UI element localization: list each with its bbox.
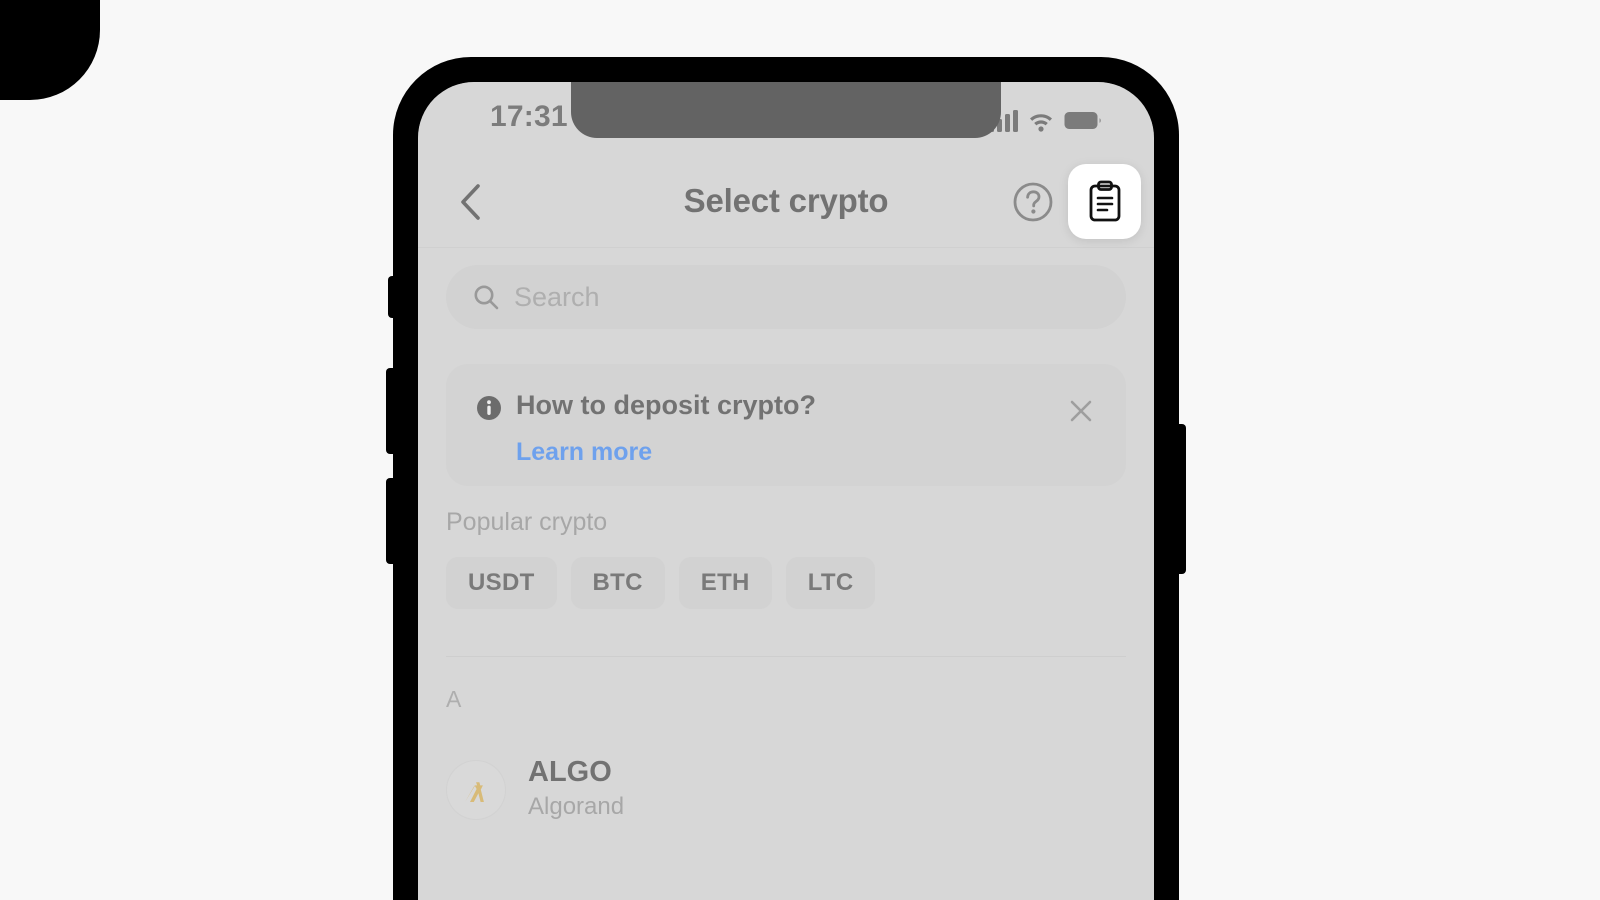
notch [571,82,1001,138]
banner-close-button[interactable] [1060,390,1102,432]
page-corner-decoration [0,0,100,100]
search-icon [474,285,499,310]
search-input[interactable] [514,281,1074,313]
volume-up-button[interactable] [386,368,395,454]
chip-label: BTC [592,569,643,596]
info-circle-icon [477,396,501,420]
crypto-name: Algorand [528,793,625,821]
status-bar-icons [989,104,1102,132]
phone-screen: 17:31 Select crypto Search How to deposi… [418,82,1154,900]
chip-btc[interactable]: BTC [570,557,665,609]
navigation-header: Select crypto [418,154,1154,248]
algorand-logo-icon [465,782,484,802]
popular-crypto-chips: USDT BTC ETH LTC [446,557,876,609]
chip-label: LTC [807,569,854,596]
chip-eth[interactable]: ETH [678,557,772,609]
crypto-logo [446,760,506,820]
wifi-icon [1030,114,1052,132]
chip-label: USDT [468,569,535,596]
battery-icon [1064,112,1101,129]
crypto-text: ALGO Algorand [528,756,624,824]
close-icon [1070,400,1092,422]
search-bar[interactable] [446,265,1126,329]
mute-switch-button[interactable] [388,276,396,318]
help-button[interactable] [1008,177,1058,227]
crypto-symbol: ALGO [528,756,612,789]
volume-down-button[interactable] [386,478,395,564]
list-divider [446,656,1126,657]
screenshot-canvas: 17:31 Select crypto Search How to deposi… [0,0,1600,900]
chip-label: ETH [700,569,750,596]
question-circle-icon [1013,182,1053,222]
banner-title: How to deposit crypto? [516,390,816,420]
learn-more-link[interactable]: Learn more [516,438,652,467]
popular-crypto-label: Popular crypto [446,508,608,536]
list-item[interactable]: ALGO Algorand [418,742,1154,838]
crypto-list: ALGO Algorand [418,742,1154,838]
list-section-header: A [446,686,462,712]
chip-usdt[interactable]: USDT [446,557,557,609]
header-divider [418,247,1154,248]
deposit-info-banner[interactable]: How to deposit crypto? Learn more [446,364,1126,486]
chip-ltc[interactable]: LTC [785,557,876,609]
clipboard-list-icon [1089,180,1120,221]
status-bar-time: 17:31 [490,100,568,133]
clipboard-button[interactable] [1068,164,1141,239]
power-button[interactable] [1177,424,1186,574]
